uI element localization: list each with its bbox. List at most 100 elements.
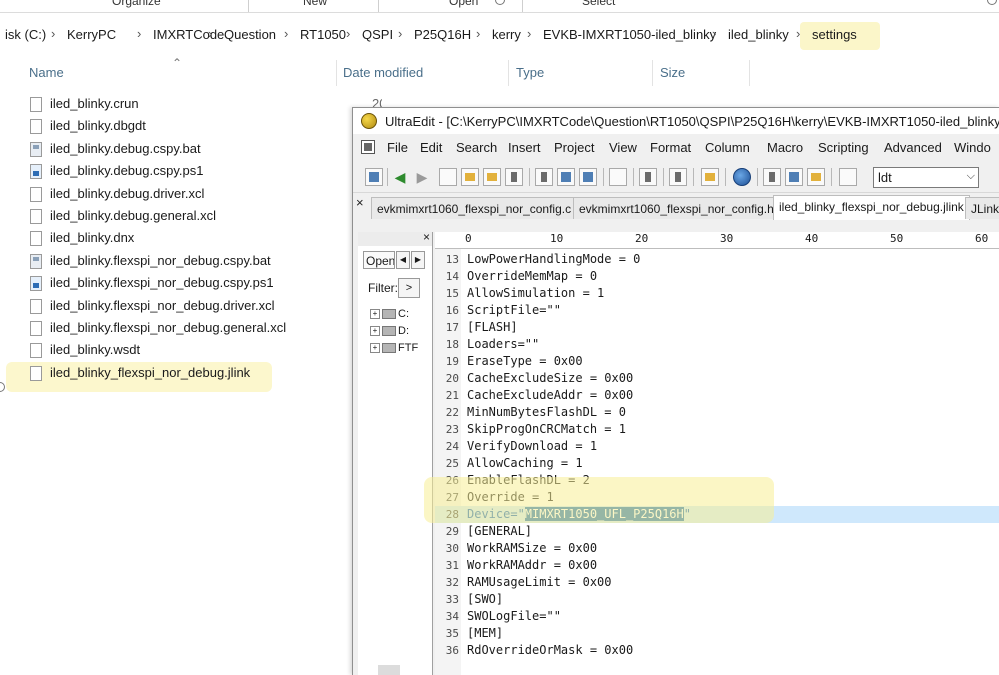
find-field-icon[interactable]: [839, 168, 857, 186]
menu-macro[interactable]: Macro: [767, 140, 803, 155]
column-type[interactable]: Type: [516, 65, 544, 80]
menu-view[interactable]: View: [609, 140, 637, 155]
scroll-left-icon[interactable]: ◀: [396, 251, 410, 269]
code-line[interactable]: 35 [MEM]: [435, 625, 999, 642]
tree-item-ftp[interactable]: + FTF: [370, 342, 418, 354]
menu-file[interactable]: File: [387, 140, 408, 155]
selection-handle[interactable]: [0, 382, 5, 392]
breadcrumb-item[interactable]: isk (C:): [5, 27, 46, 42]
column-separator[interactable]: [508, 60, 509, 86]
document-menu-icon[interactable]: [361, 140, 375, 154]
code-line[interactable]: 34 SWOLogFile="": [435, 608, 999, 625]
chevron-right-icon[interactable]: ›: [51, 26, 55, 41]
ribbon-new[interactable]: New: [303, 0, 327, 8]
cut-icon[interactable]: [763, 168, 781, 186]
globe-icon[interactable]: [733, 168, 751, 186]
file-row[interactable]: iled_blinky.dnx20: [30, 228, 382, 250]
breadcrumb-item[interactable]: kerry: [492, 27, 521, 42]
breadcrumb-item[interactable]: settings: [812, 27, 857, 42]
breadcrumb-item[interactable]: IMXRTCode: [153, 27, 224, 42]
code-line[interactable]: 29 [GENERAL]: [435, 523, 999, 540]
chevron-right-icon[interactable]: ›: [137, 26, 141, 41]
chevron-right-icon[interactable]: ›: [208, 26, 212, 41]
ultraedit-title-bar[interactable]: UltraEdit - [C:\KerryPC\IMXRTCode\Questi…: [353, 108, 999, 134]
breadcrumb-item[interactable]: KerryPC: [67, 27, 116, 42]
properties-icon[interactable]: [609, 168, 627, 186]
code-line[interactable]: 17 [FLASH]: [435, 319, 999, 336]
code-line[interactable]: 24 VerifyDownload = 1: [435, 438, 999, 455]
menu-search[interactable]: Search: [456, 140, 497, 155]
chevron-right-icon[interactable]: ›: [796, 26, 800, 41]
chevron-right-icon[interactable]: ›: [346, 26, 350, 41]
filter-button[interactable]: >: [398, 278, 420, 298]
column-name[interactable]: Name: [29, 65, 64, 80]
search-combo[interactable]: ldt ⌵: [873, 167, 979, 188]
copy-icon[interactable]: [785, 168, 803, 186]
menu-scripting[interactable]: Scripting: [818, 140, 869, 155]
disk-icon[interactable]: [365, 168, 383, 186]
code-line[interactable]: 21 CacheExcludeAddr = 0x00: [435, 387, 999, 404]
chevron-right-icon[interactable]: ›: [398, 26, 402, 41]
file-row[interactable]: iled_blinky.debug.cspy.ps120: [30, 161, 382, 183]
find-icon[interactable]: [579, 168, 597, 186]
ribbon-organize[interactable]: Organize: [112, 0, 161, 8]
column-separator[interactable]: [749, 60, 750, 86]
file-row[interactable]: iled_blinky.flexspi_nor_debug.cspy.bat20: [30, 251, 382, 273]
code-line[interactable]: 25 AllowCaching = 1: [435, 455, 999, 472]
file-row[interactable]: iled_blinky.wsdt20: [30, 340, 382, 362]
word-wrap-icon[interactable]: [639, 168, 657, 186]
file-row[interactable]: iled_blinky_flexspi_nor_debug.jlink20: [30, 363, 382, 385]
code-line[interactable]: 20 CacheExcludeSize = 0x00: [435, 370, 999, 387]
menu-insert[interactable]: Insert: [508, 140, 541, 155]
code-line[interactable]: 32 RAMUsageLimit = 0x00: [435, 574, 999, 591]
breadcrumb-item[interactable]: RT1050: [300, 27, 346, 42]
code-line[interactable]: 18 Loaders="": [435, 336, 999, 353]
chevron-right-icon[interactable]: ›: [476, 26, 480, 41]
close-icon[interactable]: ×: [423, 230, 430, 244]
breadcrumb-item[interactable]: iled_blinky: [728, 27, 789, 42]
code-editor[interactable]: 0 10 20 30 40 50 60 13 LowPowerHandlingMode = 0…: [435, 232, 999, 675]
code-line[interactable]: 22 MinNumBytesFlashDL = 0: [435, 404, 999, 421]
menu-advanced[interactable]: Advanced: [884, 140, 942, 155]
print-preview-icon[interactable]: [557, 168, 575, 186]
code-line[interactable]: 30 WorkRAMSize = 0x00: [435, 540, 999, 557]
menu-windo[interactable]: Windo: [954, 140, 991, 155]
code-line[interactable]: 14 OverrideMemMap = 0: [435, 268, 999, 285]
tab-file[interactable]: JLink: [965, 197, 999, 219]
file-row[interactable]: iled_blinky.debug.cspy.bat20: [30, 139, 382, 161]
print-icon[interactable]: [535, 168, 553, 186]
tree-item-drive-c[interactable]: + C:: [370, 308, 409, 320]
file-row[interactable]: iled_blinky.flexspi_nor_debug.cspy.ps120: [30, 273, 382, 295]
code-line[interactable]: 31 WorkRAMAddr = 0x00: [435, 557, 999, 574]
code-line[interactable]: 13 LowPowerHandlingMode = 0: [435, 251, 999, 268]
chevron-right-icon[interactable]: ›: [527, 26, 531, 41]
open-folder-alt-icon[interactable]: [483, 168, 501, 186]
forward-arrow-icon[interactable]: ▶: [413, 168, 431, 186]
save-icon[interactable]: [505, 168, 523, 186]
menu-format[interactable]: Format: [650, 140, 691, 155]
tab-open[interactable]: Open: [363, 251, 395, 269]
code-line[interactable]: 36 RdOverrideOrMask = 0x00: [435, 642, 999, 659]
tab-file[interactable]: evkmimxrt1060_flexspi_nor_config.c: [371, 197, 578, 219]
file-row[interactable]: iled_blinky.crun20: [30, 94, 382, 116]
file-row[interactable]: iled_blinky.dbgdt20: [30, 116, 382, 138]
tab-file[interactable]: evkmimxrt1060_flexspi_nor_config.h: [573, 197, 780, 219]
chevron-down-icon[interactable]: ⌵: [967, 170, 975, 183]
column-date-modified[interactable]: Date modified: [343, 65, 423, 80]
code-line[interactable]: 15 AllowSimulation = 1: [435, 285, 999, 302]
column-separator[interactable]: [652, 60, 653, 86]
breadcrumb-item[interactable]: P25Q16H: [414, 27, 471, 42]
code-line[interactable]: 16 ScriptFile="": [435, 302, 999, 319]
code-line[interactable]: 19 EraseType = 0x00: [435, 353, 999, 370]
column-separator[interactable]: [336, 60, 337, 86]
new-file-icon[interactable]: [439, 168, 457, 186]
bookmark-icon[interactable]: [701, 168, 719, 186]
paste-icon[interactable]: [807, 168, 825, 186]
close-icon[interactable]: ×: [356, 195, 364, 210]
chevron-right-icon[interactable]: ›: [284, 26, 288, 41]
code-line[interactable]: 23 SkipProgOnCRCMatch = 1: [435, 421, 999, 438]
chevron-right-icon[interactable]: ›: [712, 26, 716, 41]
scroll-right-icon[interactable]: ▶: [411, 251, 425, 269]
menu-column[interactable]: Column: [705, 140, 750, 155]
open-folder-icon[interactable]: [461, 168, 479, 186]
